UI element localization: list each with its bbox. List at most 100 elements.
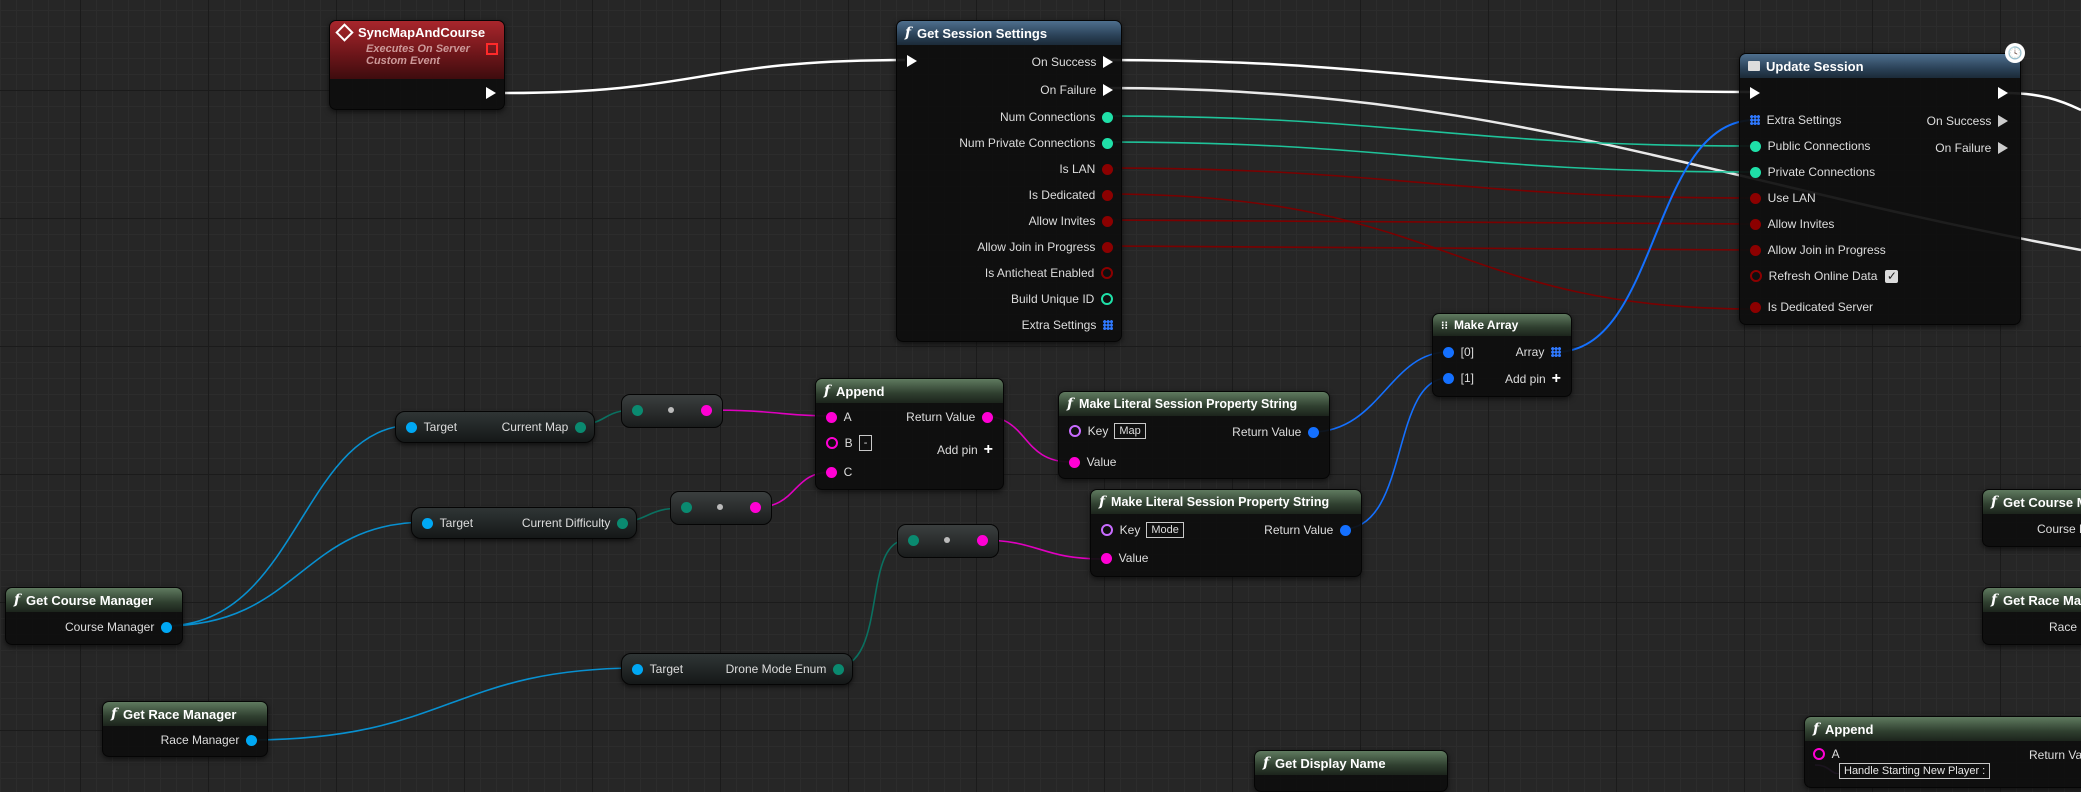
bool-pin-icon [1101,267,1113,279]
enum-pin-icon [617,517,628,529]
pin-label: Array [1515,345,1545,359]
string-pin-icon [1069,456,1080,468]
append-a-input[interactable]: A [826,410,852,424]
build-unique-id-pin[interactable]: Build Unique ID [1011,292,1113,306]
course-manager-output[interactable]: Course Manager [65,620,172,634]
race-manager-output[interactable]: Race Manager [161,733,257,747]
extra-settings-pin[interactable]: Extra Settings [1022,318,1113,332]
key-input[interactable]: Key Mode [1101,522,1184,538]
get-course-manager-node-partial[interactable]: f Get Course M Course M [1982,489,2081,547]
race-manager-output[interactable]: Race Ma [2049,620,2081,634]
allow-join-in-progress-pin[interactable]: Allow Join in Progress [977,240,1113,254]
enum-to-string-conversion-node[interactable] [621,394,723,428]
pin-label: B [844,436,853,450]
make-literal-session-property-string-node[interactable]: f Make Literal Session Property String Ke… [1090,489,1362,577]
node-title: Get Session Settings [917,25,1048,41]
key-input[interactable]: Key Map [1069,423,1146,439]
on-failure-output[interactable]: On Failure [1935,141,2008,155]
make-array-node[interactable]: ⁝⁝ Make Array [0] Array [1] Add pin + [1432,313,1572,397]
make-literal-session-property-string-node[interactable]: f Make Literal Session Property String Ke… [1058,391,1330,479]
value-input[interactable]: Value [1101,551,1148,565]
append-return-output[interactable]: Return Va [2029,748,2081,762]
pin-label: Target [423,420,458,434]
exec-in-pin[interactable] [907,55,917,67]
string-pin-icon [701,405,712,416]
append-node[interactable]: f Append A Return Value B- Add pin + C [815,378,1004,490]
target-input[interactable]: Target [632,662,683,676]
add-pin-button[interactable]: Add pin + [937,441,993,459]
pin-label: Return Value [1232,425,1302,439]
exec-out-pin[interactable] [486,87,496,99]
array-index-0-input[interactable]: [0] [1443,345,1474,359]
course-manager-output[interactable]: Course M [2037,522,2081,536]
get-course-manager-node[interactable]: f Get Course Manager Course Manager [5,587,183,645]
latent-node-icon [1748,61,1760,71]
key-value-field[interactable]: Mode [1146,522,1184,538]
append-b-input[interactable]: B- [826,435,873,451]
num-private-connections-pin[interactable]: Num Private Connections [959,136,1113,150]
exec-pin-icon [907,55,917,67]
key-value-field[interactable]: Map [1114,423,1146,439]
update-session-node[interactable]: Update Session Extra Settings On Success… [1739,53,2021,325]
append-b-value-field[interactable]: - [858,435,873,451]
value-input[interactable]: Value [1069,455,1116,469]
on-success-output[interactable]: On Success [1927,114,2008,128]
pin-label: Extra Settings [1766,113,1842,127]
current-difficulty-getter-node[interactable]: Target Current Difficulty [411,507,637,539]
use-lan-input[interactable]: Use LAN [1750,191,1816,205]
array-output[interactable]: Array [1516,345,1561,359]
add-pin-button[interactable]: Add pin + [1505,370,1561,388]
pin-label: Num Connections [999,110,1096,124]
enum-to-string-conversion-node[interactable] [670,491,772,525]
drone-mode-enum-output[interactable]: Drone Mode Enum [726,662,844,676]
append-a-input[interactable]: A [1813,747,1840,761]
pin-label: Target [649,662,684,676]
pin-label: Add pin [936,443,978,457]
allow-invites-input[interactable]: Allow Invites [1750,217,1834,231]
on-success-pin[interactable]: On Success [1032,55,1113,69]
custom-event-node[interactable]: SyncMapAndCourse Executes On Server Cust… [329,20,505,110]
refresh-online-data-checkbox[interactable]: ✓ [1885,269,1899,283]
is-lan-pin[interactable]: Is LAN [1059,162,1113,176]
append-return-output[interactable]: Return Value [906,410,993,424]
enum-to-string-conversion-node[interactable] [897,524,999,558]
get-session-settings-node[interactable]: f Get Session Settings On Success On Fail… [896,20,1122,342]
get-race-manager-node[interactable]: f Get Race Manager Race Manager [102,701,268,757]
num-connections-pin[interactable]: Num Connections [1000,110,1113,124]
on-failure-pin[interactable]: On Failure [1040,83,1113,97]
extra-settings-input[interactable]: Extra Settings [1750,113,1841,127]
pin-label: [0] [1460,345,1475,359]
pin-label: Key [1087,424,1109,438]
append-a-value-field[interactable]: Handle Starting New Player : [1839,763,1991,779]
public-connections-input[interactable]: Public Connections [1750,139,1870,153]
function-icon: f [905,25,912,41]
get-display-name-node[interactable]: f Get Display Name [1254,750,1448,792]
append-c-input[interactable]: C [826,465,852,479]
get-race-manager-node-partial[interactable]: f Get Race Ma Race Ma [1982,587,2081,645]
string-pin-icon [1813,748,1825,760]
drone-mode-getter-node[interactable]: Target Drone Mode Enum [621,653,853,685]
is-dedicated-pin[interactable]: Is Dedicated [1029,188,1113,202]
exec-out-pin[interactable] [1998,87,2008,99]
exec-in-pin[interactable] [1750,87,1760,99]
return-value-output[interactable]: Return Value [1232,425,1319,439]
private-connections-input[interactable]: Private Connections [1750,165,1875,179]
object-pin-icon [422,517,433,529]
return-value-output[interactable]: Return Value [1264,523,1351,537]
current-map-output[interactable]: Current Map [502,420,586,434]
refresh-online-data-input[interactable]: Refresh Online Data ✓ [1750,269,1899,283]
current-difficulty-output[interactable]: Current Difficulty [522,516,628,530]
append-node-partial[interactable]: f Append A Handle Starting New Player : R… [1804,716,2081,788]
is-dedicated-server-input[interactable]: Is Dedicated Server [1750,300,1873,314]
is-anticheat-enabled-pin[interactable]: Is Anticheat Enabled [985,266,1113,280]
current-map-getter-node[interactable]: Target Current Map [395,411,595,443]
allow-invites-pin[interactable]: Allow Invites [1029,214,1113,228]
target-input[interactable]: Target [406,420,457,434]
target-input[interactable]: Target [422,516,473,530]
int-pin-icon [1750,140,1761,152]
pin-label: Add pin [1504,372,1546,386]
pin-label: Target [439,516,474,530]
array-index-1-input[interactable]: [1] [1443,371,1474,385]
enum-pin-icon [681,502,692,513]
allow-join-in-progress-input[interactable]: Allow Join in Progress [1750,243,1886,257]
